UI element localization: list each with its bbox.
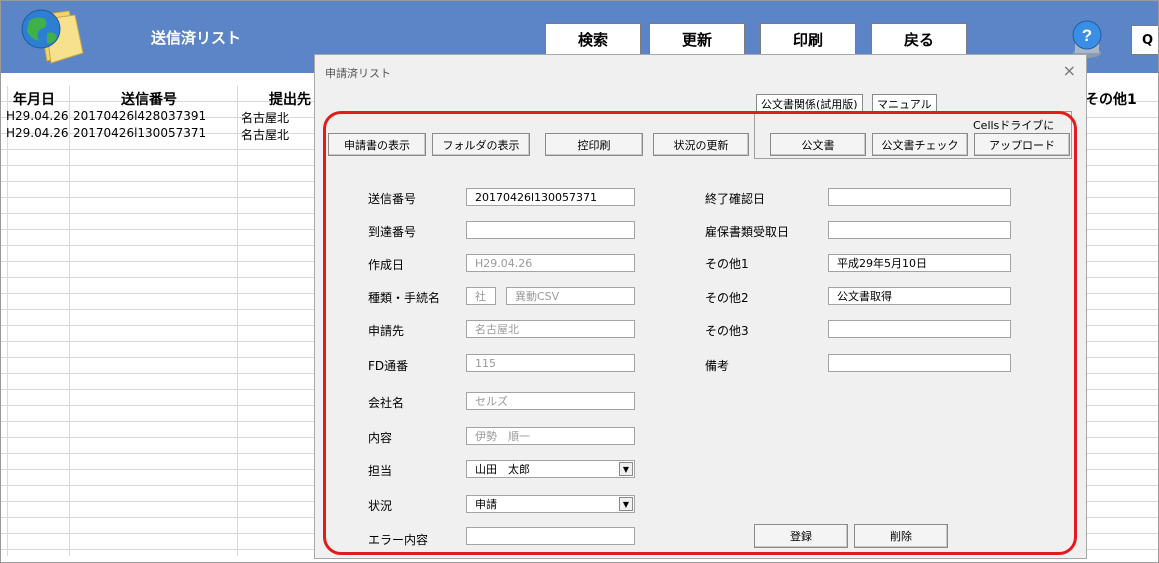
close-icon[interactable]: × — [1063, 61, 1076, 80]
label-status: 状況 — [368, 499, 393, 513]
end-date-field[interactable] — [828, 188, 1011, 206]
column-header-other1: その他1 — [1085, 92, 1137, 108]
refresh-button[interactable]: 更新 — [649, 23, 745, 55]
created-field[interactable]: H29.04.26 — [466, 254, 635, 272]
error-field[interactable] — [466, 527, 635, 545]
app-window: 送信済リスト 検索 更新 印刷 戻る ? Q 年月日 送信番号 提出先 その他1… — [0, 0, 1159, 563]
label-content: 内容 — [368, 431, 393, 445]
chevron-down-icon[interactable]: ▼ — [619, 462, 633, 476]
label-error: エラー内容 — [368, 533, 429, 547]
help-icon[interactable]: ? — [1069, 19, 1105, 59]
label-other1: その他1 — [705, 257, 749, 271]
app-title: 送信済リスト — [151, 29, 242, 47]
dest-field[interactable]: 名古屋北 — [466, 320, 635, 338]
label-remarks: 備考 — [705, 359, 730, 373]
table-cell[interactable]: H29.04.26 — [6, 126, 68, 140]
svg-text:?: ? — [1082, 26, 1092, 45]
label-fd-no: FD通番 — [368, 359, 409, 373]
content-field[interactable]: 伊勢 順一 — [466, 427, 635, 445]
column-header-dest: 提出先 — [269, 92, 311, 108]
type-name-field[interactable]: 異動CSV — [506, 287, 635, 305]
person-select-value: 山田 太郎 — [475, 463, 530, 476]
other3-field[interactable] — [828, 320, 1011, 338]
official-doc-check-button[interactable]: 公文書チェック — [872, 133, 968, 156]
label-other2: その他2 — [705, 291, 749, 305]
person-select[interactable]: 山田 太郎 ▼ — [466, 460, 635, 478]
label-type: 種類・手続名 — [368, 291, 441, 305]
label-company: 会社名 — [368, 396, 405, 410]
status-select-value: 申請 — [475, 498, 497, 511]
label-other3: その他3 — [705, 324, 749, 338]
copy-print-button[interactable]: 控印刷 — [545, 133, 643, 156]
arrival-no-field[interactable] — [466, 221, 635, 239]
search-button[interactable]: 検索 — [545, 23, 641, 55]
tab-official-docs[interactable]: 公文書関係(試用版) — [756, 94, 863, 112]
status-update-button[interactable]: 状況の更新 — [653, 133, 749, 156]
delete-button[interactable]: 削除 — [854, 524, 948, 548]
show-folder-button[interactable]: フォルダの表示 — [432, 133, 530, 156]
label-created: 作成日 — [368, 258, 405, 272]
table-cell[interactable]: 20170426l428037391 — [73, 109, 206, 123]
type-code-field[interactable]: 社 — [466, 287, 496, 305]
applied-list-dialog: 申請済リスト × 公文書関係(試用版) マニュアル 申請書の表示 フォルダの表示… — [314, 54, 1087, 559]
column-header-send-no: 送信番号 — [121, 92, 177, 108]
label-dest: 申請先 — [368, 324, 405, 338]
table-cell[interactable]: 20170426l130057371 — [73, 126, 206, 140]
print-button[interactable]: 印刷 — [760, 23, 856, 55]
send-no-field[interactable]: 20170426l130057371 — [466, 188, 635, 206]
register-button[interactable]: 登録 — [754, 524, 848, 548]
dialog-title: 申請済リスト — [325, 67, 391, 80]
official-doc-button[interactable]: 公文書 — [770, 133, 866, 156]
table-cell[interactable]: 名古屋北 — [241, 126, 289, 143]
label-employ-doc-date: 雇保書類受取日 — [705, 225, 790, 239]
tab-manual[interactable]: マニュアル — [872, 94, 937, 112]
company-field[interactable]: セルズ — [466, 392, 635, 410]
fd-no-field[interactable]: 115 — [466, 354, 635, 372]
label-person: 担当 — [368, 464, 393, 478]
status-select[interactable]: 申請 ▼ — [466, 495, 635, 513]
q-button[interactable]: Q — [1131, 25, 1158, 55]
other1-field[interactable]: 平成29年5月10日 — [828, 254, 1011, 272]
show-application-button[interactable]: 申請書の表示 — [328, 133, 426, 156]
label-arrival-no: 到達番号 — [368, 225, 417, 239]
employ-doc-date-field[interactable] — [828, 221, 1011, 239]
globe-folder-icon — [21, 9, 84, 64]
column-header-date: 年月日 — [13, 92, 55, 108]
table-cell[interactable]: H29.04.26 — [6, 109, 68, 123]
upload-button[interactable]: アップロード — [974, 133, 1070, 156]
other2-field[interactable]: 公文書取得 — [828, 287, 1011, 305]
back-button[interactable]: 戻る — [871, 23, 967, 55]
table-cell[interactable]: 名古屋北 — [241, 109, 289, 126]
label-end-date: 終了確認日 — [705, 192, 766, 206]
label-send-no: 送信番号 — [368, 192, 417, 206]
cells-drive-note: Cellsドライブに — [973, 119, 1055, 132]
chevron-down-icon[interactable]: ▼ — [619, 497, 633, 511]
remarks-field[interactable] — [828, 354, 1011, 372]
